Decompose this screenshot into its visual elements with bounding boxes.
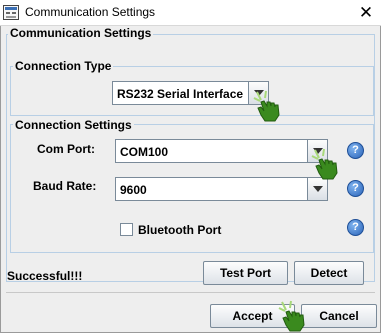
status-text: Successful!!! [7, 269, 83, 283]
help-icon[interactable]: ? [347, 142, 364, 159]
bluetooth-label: Bluetooth Port [138, 223, 222, 237]
hand-cursor-icon [311, 148, 338, 180]
hand-cursor-icon [253, 90, 280, 122]
com-port-label: Com Port: [37, 142, 95, 156]
com-port-dropdown[interactable]: COM100 [115, 139, 328, 163]
separator [6, 292, 375, 293]
help-icon[interactable]: ? [347, 219, 364, 236]
chevron-down-icon[interactable] [307, 178, 327, 200]
test-port-button[interactable]: Test Port [203, 261, 288, 285]
connection-type-value: RS232 Serial Interface [117, 87, 244, 101]
baud-rate-dropdown[interactable]: 9600 [115, 177, 328, 201]
window-title: Communication Settings [25, 5, 156, 19]
cancel-button[interactable]: Cancel [301, 304, 377, 328]
help-icon[interactable]: ? [347, 180, 364, 197]
detect-button[interactable]: Detect [294, 261, 364, 285]
app-icon [3, 5, 19, 20]
close-icon[interactable]: ✕ [355, 2, 377, 24]
baud-rate-label: Baud Rate: [33, 179, 97, 193]
bluetooth-checkbox[interactable] [120, 223, 133, 236]
title-bar: Communication Settings ✕ [0, 0, 381, 26]
connection-type-title: Connection Type [13, 59, 114, 73]
com-port-value: COM100 [120, 145, 169, 159]
connection-type-dropdown[interactable]: RS232 Serial Interface [112, 81, 269, 105]
hand-cursor-icon [278, 300, 305, 332]
panel-title: Communication Settings [8, 26, 154, 40]
connection-settings-title: Connection Settings [13, 118, 134, 132]
baud-rate-value: 9600 [120, 183, 147, 197]
